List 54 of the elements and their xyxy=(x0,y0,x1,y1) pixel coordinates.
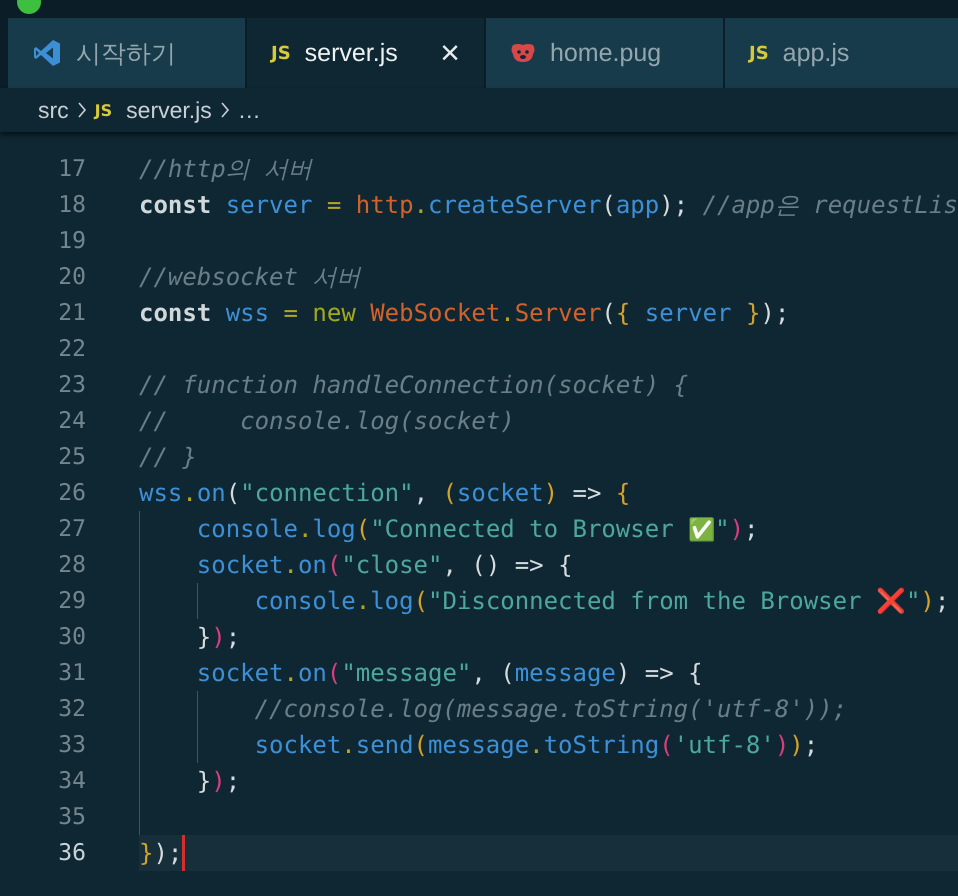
chevron-right-icon xyxy=(76,101,87,119)
line-number: 19 xyxy=(57,228,86,254)
code-line: const server = http.createServer(app); //app은 requestLis xyxy=(139,190,958,221)
line-number: 33 xyxy=(57,732,86,758)
editor-tab[interactable]: JS app.js xyxy=(725,18,958,88)
line-number: 26 xyxy=(57,480,86,506)
line-number: 17 xyxy=(57,156,86,182)
code-line: console.log("Connected to Browser ✅"); xyxy=(196,515,758,543)
line-number: 21 xyxy=(57,300,86,326)
dog-face-icon xyxy=(510,42,536,64)
js-file-icon: JS xyxy=(94,100,112,120)
code-line: console.log("Disconnected from the Browser ❌"); xyxy=(254,587,950,615)
editor-tab[interactable]: home.pug xyxy=(486,18,723,88)
line-number: 23 xyxy=(57,372,86,398)
chevron-right-icon xyxy=(220,101,230,119)
code-line: // function handleConnection(socket) { xyxy=(139,371,688,399)
breadcrumb-item[interactable]: server.js xyxy=(126,96,212,124)
line-number: 18 xyxy=(57,192,86,218)
line-number: 25 xyxy=(57,444,86,470)
js-file-icon: JS xyxy=(749,42,769,64)
code-line: //websocket 서버 xyxy=(139,262,360,293)
code-line: }); xyxy=(196,623,240,651)
line-number: 27 xyxy=(57,516,86,542)
code-line: socket.send(message.toString('utf-8')); xyxy=(254,731,818,759)
vscode-logo-icon xyxy=(32,38,62,68)
code-line: const wss = new WebSocket.Server({ server }); xyxy=(139,299,790,327)
breadcrumb-item[interactable]: src xyxy=(38,96,69,124)
line-number: 28 xyxy=(57,552,86,578)
code-line: // } xyxy=(139,443,197,471)
line-number: 29 xyxy=(57,588,86,614)
code-line: // console.log(socket) xyxy=(139,407,515,435)
line-number: 30 xyxy=(57,624,86,650)
editor-tab[interactable]: 시작하기 xyxy=(8,18,245,88)
close-icon[interactable]: × xyxy=(440,36,460,70)
code-line: //http의 서버 xyxy=(139,154,312,185)
js-file-icon: JS xyxy=(271,42,291,64)
line-number: 35 xyxy=(57,804,86,830)
code-line: socket.on("close", () => { xyxy=(196,551,573,579)
code-line: socket.on("message", (message) => { xyxy=(196,659,703,687)
editor-tab[interactable]: JS server.js × xyxy=(247,18,484,88)
line-number: 22 xyxy=(57,336,86,362)
text-cursor xyxy=(182,835,186,871)
code-line: }); xyxy=(196,767,240,795)
line-number: 34 xyxy=(57,768,86,794)
line-number: 31 xyxy=(57,660,86,686)
breadcrumb-item[interactable]: … xyxy=(238,96,261,124)
line-number: 24 xyxy=(57,408,86,434)
code-line: //console.log(message.toString('utf-8')); xyxy=(254,695,848,723)
line-number: 36 xyxy=(57,840,86,866)
line-number: 32 xyxy=(57,696,86,722)
line-number: 20 xyxy=(57,264,86,290)
code-line: }); xyxy=(139,839,182,867)
indent-guide xyxy=(196,583,198,619)
code-line: wss.on("connection", (socket) => { xyxy=(139,479,630,507)
